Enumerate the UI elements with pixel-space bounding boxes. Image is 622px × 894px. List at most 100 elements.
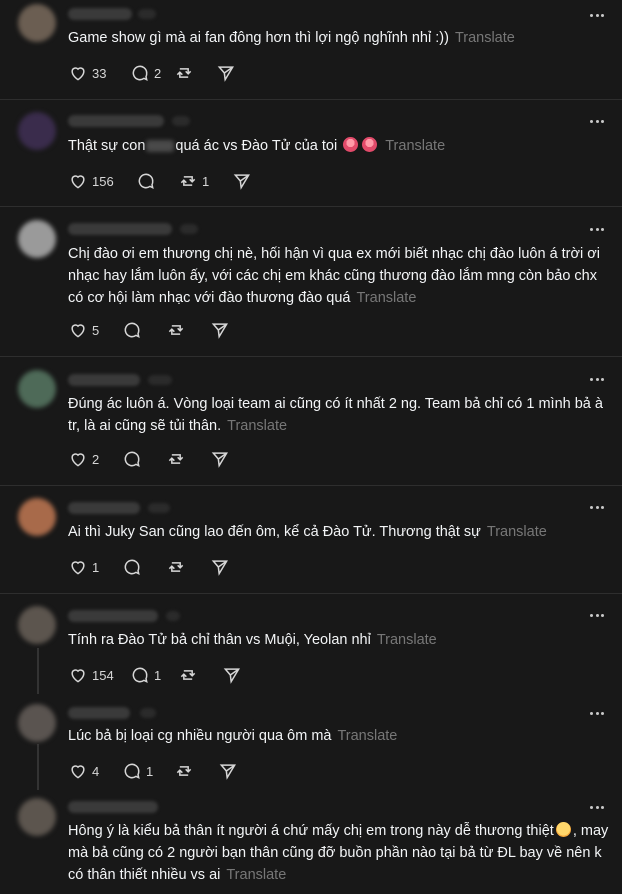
like-button[interactable]: 1 [68,557,122,577]
send-icon [233,174,250,190]
reply-button[interactable] [122,320,166,340]
username[interactable] [68,610,158,622]
avatar[interactable] [18,798,56,836]
like-button[interactable]: 154 [68,665,130,685]
reply-button[interactable]: 1 [130,665,178,685]
username[interactable] [68,8,132,20]
send-icon [211,560,228,576]
reply-button[interactable] [122,557,166,577]
heart-icon [71,561,85,575]
username[interactable] [68,801,158,813]
translate-link[interactable]: Translate [455,30,515,46]
reply-button[interactable]: 1 [122,761,174,781]
thread-connector [37,744,39,790]
repost-button[interactable] [166,320,210,340]
avatar[interactable] [18,112,56,150]
post-text: Game show gì mà ai fan đông hơn thì lợi … [68,30,515,46]
repost-button[interactable] [178,665,222,685]
username[interactable] [68,502,140,514]
like-count: 5 [92,322,100,338]
post-actions: 156 1 [68,171,252,191]
like-count: 2 [92,451,100,467]
translate-link[interactable]: Translate [356,290,416,306]
translate-link[interactable]: Translate [377,632,437,648]
heart-icon [71,67,85,81]
post-text: Thật sự con quá ác vs Đào Tử của toi Tran… [68,137,446,154]
share-button[interactable] [218,761,238,781]
comment-icon [124,559,140,576]
avatar[interactable] [18,704,56,742]
like-button[interactable]: 33 [68,63,130,83]
avatar[interactable] [18,220,56,258]
username[interactable] [68,707,130,719]
comment-icon [124,322,140,339]
repost-icon [176,68,192,78]
more-options-icon[interactable] [588,606,606,624]
more-options-icon[interactable] [588,112,606,130]
heart-icon [71,324,85,338]
repost-button[interactable] [166,449,210,469]
repost-icon [176,766,192,776]
more-options-icon[interactable] [588,498,606,516]
comment-icon [124,763,140,780]
share-button[interactable] [216,63,236,83]
timestamp [166,611,180,621]
like-button[interactable]: 4 [68,761,122,781]
share-button[interactable] [210,449,230,469]
repost-icon [180,176,196,186]
translate-link[interactable]: Translate [385,138,445,154]
translate-link[interactable]: Translate [337,728,397,744]
translate-link[interactable]: Translate [227,418,287,434]
like-button[interactable]: 2 [68,449,122,469]
post-text: Đúng ác luôn á. Vòng loại team ai cũng c… [68,396,603,434]
more-options-icon[interactable] [588,704,606,722]
like-count: 33 [92,65,107,81]
share-button[interactable] [210,557,230,577]
divider [0,485,622,486]
heart-icon [71,765,85,779]
share-button[interactable] [210,320,230,340]
send-icon [223,668,240,684]
username[interactable] [68,115,164,127]
post-text: Lúc bả bị loại cg nhiều người qua ôm mà T… [68,728,398,744]
timestamp [140,708,156,718]
translate-link[interactable]: Translate [487,524,547,540]
reply-count: 1 [146,763,154,779]
repost-button[interactable] [174,63,216,83]
more-options-icon[interactable] [588,6,606,24]
send-icon [211,323,228,339]
timestamp [180,224,198,234]
reply-button[interactable] [136,171,178,191]
divider [0,593,622,594]
avatar[interactable] [18,498,56,536]
comment-icon [124,451,140,468]
like-button[interactable]: 5 [68,320,122,340]
post-text: Hông ý là kiểu bả thân ít người á chứ mấ… [68,822,609,883]
repost-icon [168,454,184,464]
reply-button[interactable] [122,449,166,469]
share-button[interactable] [232,171,252,191]
post-actions: 2 [68,449,230,469]
crying-face-icon [343,137,359,152]
username[interactable] [68,374,140,386]
repost-button[interactable]: 1 [178,171,232,191]
like-button[interactable]: 156 [68,171,136,191]
more-options-icon[interactable] [588,370,606,388]
send-icon [211,452,228,468]
reply-button[interactable]: 2 [130,63,174,83]
comment-icon [132,667,148,684]
repost-button[interactable] [166,557,210,577]
like-count: 1 [92,559,100,575]
username[interactable] [68,223,172,235]
more-options-icon[interactable] [588,220,606,238]
avatar[interactable] [18,606,56,644]
avatar[interactable] [18,4,56,42]
translate-link[interactable]: Translate [226,867,286,883]
more-options-icon[interactable] [588,798,606,816]
repost-count: 1 [202,173,210,189]
share-button[interactable] [222,665,242,685]
post-actions: 5 [68,320,230,340]
repost-button[interactable] [174,761,218,781]
crying-face-icon [362,137,378,152]
avatar[interactable] [18,370,56,408]
